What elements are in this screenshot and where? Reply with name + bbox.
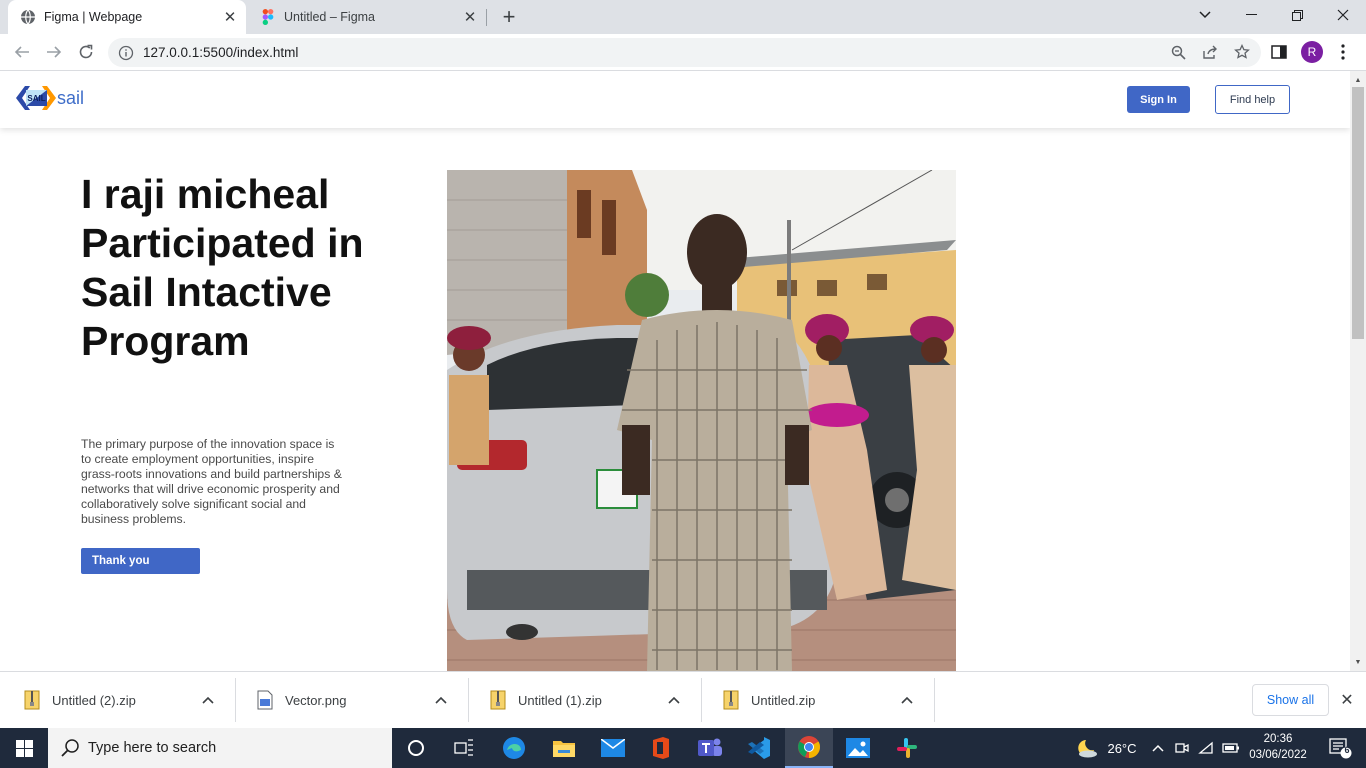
zip-file-icon (24, 690, 40, 710)
side-panel-icon[interactable] (1266, 39, 1292, 65)
slack-icon[interactable] (883, 728, 931, 768)
sail-logo-icon: SAIL (16, 86, 56, 110)
search-icon (61, 739, 79, 757)
sign-in-button[interactable]: Sign In (1127, 86, 1190, 113)
site-logo[interactable]: SAIL sail (16, 85, 84, 111)
scroll-down-arrow-icon[interactable]: ▼ (1350, 655, 1366, 669)
photos-icon[interactable] (834, 728, 882, 768)
zip-file-icon (490, 690, 506, 710)
taskbar-clock[interactable]: 20:36 03/06/2022 (1240, 731, 1316, 765)
search-placeholder: Type here to search (88, 740, 217, 756)
download-item[interactable]: Untitled (2).zip (3, 678, 236, 722)
download-filename: Untitled (2).zip (52, 692, 136, 708)
browser-menu-icon[interactable] (1330, 39, 1356, 65)
download-filename: Vector.png (285, 692, 347, 708)
site-info-icon[interactable] (118, 45, 134, 61)
windows-start-icon[interactable] (0, 728, 48, 768)
notification-count-badge: 6 (1344, 745, 1350, 755)
office-icon[interactable] (637, 728, 685, 768)
share-icon[interactable] (1201, 43, 1219, 61)
page-viewport: SAIL sail Sign In Find help I raji miche… (0, 71, 1350, 671)
download-filename: Untitled (1).zip (518, 692, 602, 708)
weather-moon-icon[interactable] (1072, 728, 1100, 768)
image-file-icon (257, 690, 273, 710)
teams-icon[interactable] (686, 728, 734, 768)
tab-figma-webpage[interactable]: Figma | Webpage ✕ (8, 0, 246, 34)
bookmark-star-icon[interactable] (1233, 43, 1251, 61)
forward-arrow-icon[interactable] (40, 38, 68, 66)
chevron-up-icon[interactable] (898, 691, 916, 709)
browser-toolbar: 127.0.0.1:5500/index.html (0, 34, 1366, 71)
taskbar-search-box[interactable]: Type here to search (48, 728, 392, 768)
hero-title: I raji micheal Participated in Sail Inta… (81, 171, 364, 364)
globe-icon (20, 9, 36, 25)
meet-now-icon[interactable] (1172, 728, 1192, 768)
cortana-icon[interactable] (392, 728, 440, 768)
address-bar[interactable]: 127.0.0.1:5500/index.html (108, 38, 1261, 67)
vscode-icon[interactable] (735, 728, 783, 768)
chevron-up-icon[interactable] (432, 691, 450, 709)
chevron-up-icon[interactable] (665, 691, 683, 709)
tab-separator (486, 9, 487, 26)
zip-file-icon (723, 690, 739, 710)
windows-taskbar: Type here to search 26°C 20:36 03/06/202… (0, 728, 1366, 768)
reload-icon[interactable] (72, 38, 100, 66)
profile-avatar[interactable]: R (1301, 41, 1323, 63)
download-shelf: Untitled (2).zip Vector.png Untitled (1)… (0, 671, 1366, 728)
close-window-button[interactable] (1320, 0, 1366, 30)
close-tab-icon[interactable]: ✕ (460, 7, 480, 27)
minimize-window-button[interactable] (1228, 0, 1274, 30)
figma-icon (260, 9, 276, 25)
logo-text: sail (57, 87, 85, 108)
zoom-icon[interactable] (1169, 43, 1187, 61)
hero-description: The primary purpose of the innovation sp… (81, 437, 342, 526)
tab-search-chevron-icon[interactable] (1182, 0, 1228, 30)
scrollbar-thumb[interactable] (1352, 87, 1364, 339)
notification-center-icon[interactable]: 6 (1320, 728, 1360, 768)
site-header: SAIL sail Sign In Find help (0, 71, 1350, 128)
url-text[interactable]: 127.0.0.1:5500/index.html (143, 45, 298, 60)
download-filename: Untitled.zip (751, 692, 816, 708)
file-explorer-icon[interactable] (540, 728, 588, 768)
svg-text:SAIL: SAIL (27, 94, 45, 103)
clock-time: 20:36 (1263, 733, 1293, 745)
wifi-icon[interactable] (1196, 728, 1216, 768)
restore-window-button[interactable] (1274, 0, 1320, 30)
find-help-button[interactable]: Find help (1215, 85, 1290, 114)
scroll-up-arrow-icon[interactable]: ▲ (1350, 73, 1366, 87)
battery-icon[interactable] (1220, 728, 1242, 768)
task-view-icon[interactable] (440, 728, 488, 768)
tab-untitled-figma[interactable]: Untitled – Figma ✕ (248, 0, 486, 34)
page-scrollbar[interactable]: ▲ ▼ (1350, 71, 1366, 671)
tab-title: Untitled – Figma (284, 10, 376, 24)
back-arrow-icon[interactable] (8, 38, 36, 66)
thank-you-button[interactable]: Thank you (81, 548, 200, 574)
clock-date: 03/06/2022 (1249, 749, 1307, 761)
tab-title: Figma | Webpage (44, 10, 143, 24)
participant-photo (447, 170, 956, 671)
download-item[interactable]: Vector.png (236, 678, 469, 722)
download-item[interactable]: Untitled.zip (702, 678, 935, 722)
browser-tab-strip: Figma | Webpage ✕ Untitled – Figma ✕ + (0, 0, 1366, 34)
download-item[interactable]: Untitled (1).zip (469, 678, 702, 722)
show-all-downloads-button[interactable]: Show all (1252, 684, 1329, 716)
new-tab-button[interactable]: + (497, 4, 521, 29)
chevron-up-icon[interactable] (1148, 728, 1168, 768)
chrome-icon[interactable] (785, 728, 833, 768)
mail-icon[interactable] (589, 728, 637, 768)
chevron-up-icon[interactable] (199, 691, 217, 709)
edge-browser-icon[interactable] (490, 728, 538, 768)
close-tab-icon[interactable]: ✕ (220, 7, 240, 27)
weather-temperature[interactable]: 26°C (1102, 728, 1142, 768)
close-icon[interactable]: ✕ (1337, 690, 1357, 710)
